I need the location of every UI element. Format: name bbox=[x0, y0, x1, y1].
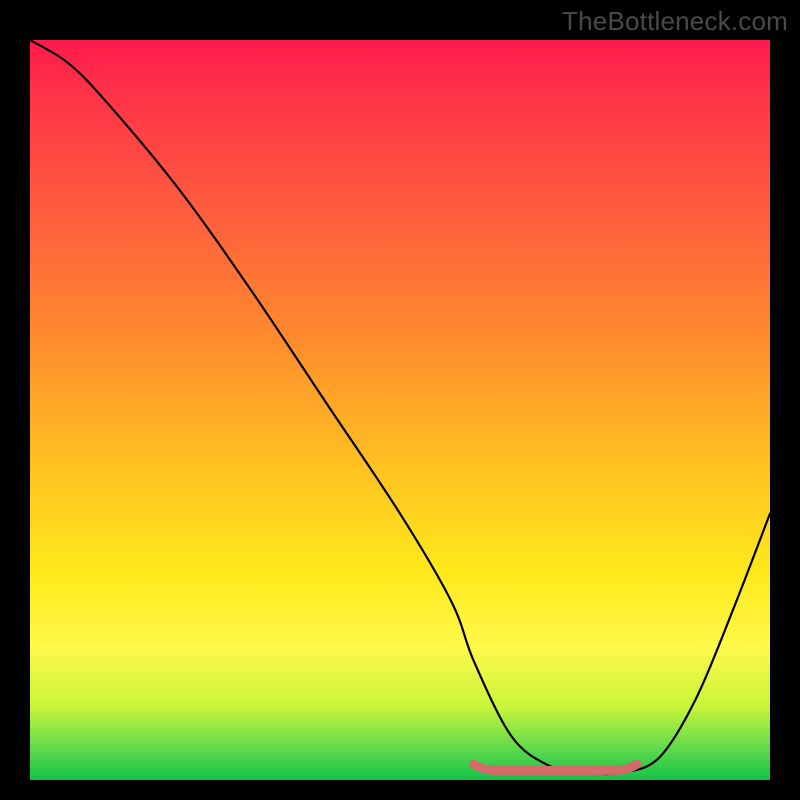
valley-highlight bbox=[474, 764, 637, 770]
bottleneck-curve bbox=[30, 40, 770, 780]
watermark-text: TheBottleneck.com bbox=[562, 6, 788, 37]
gradient-plot-area bbox=[30, 40, 770, 780]
chart-stage: TheBottleneck.com bbox=[0, 0, 800, 800]
curve-line bbox=[30, 40, 770, 774]
